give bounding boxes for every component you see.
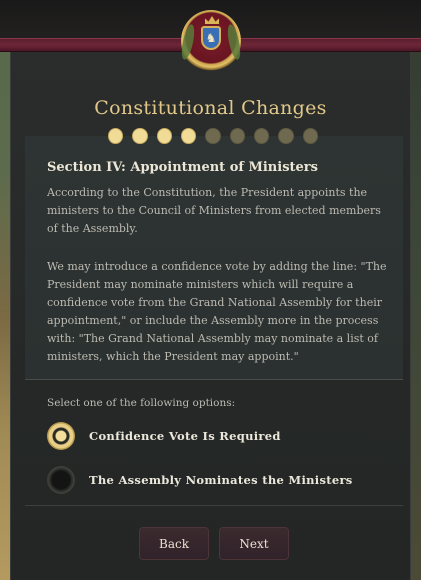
back-button[interactable]: Back [139, 527, 209, 560]
progress-dot [278, 128, 294, 144]
progress-dots [108, 128, 318, 144]
progress-dot [205, 128, 221, 144]
section-title: Section IV: Appointment of Ministers [47, 160, 318, 175]
next-button[interactable]: Next [219, 527, 289, 560]
progress-dot [302, 128, 318, 144]
progress-dot [132, 128, 148, 144]
crown-icon [205, 16, 219, 24]
coat-of-arms-emblem-icon: ♞ [179, 10, 243, 72]
divider [25, 505, 403, 506]
option-label: Confidence Vote Is Required [89, 429, 281, 443]
option-assembly-nominates[interactable]: The Assembly Nominates the Ministers [47, 466, 353, 494]
option-confidence-vote[interactable]: Confidence Vote Is Required [47, 422, 281, 450]
description-paragraph-1: According to the Constitution, the Presi… [47, 186, 381, 235]
progress-dot [156, 128, 172, 144]
dialog-title: Constitutional Changes [94, 97, 327, 119]
radio-selected-icon[interactable] [47, 422, 75, 450]
progress-dot [253, 128, 270, 144]
shield-icon: ♞ [201, 26, 221, 50]
option-label: The Assembly Nominates the Ministers [89, 473, 353, 487]
progress-dot [108, 128, 124, 144]
background-map-right [411, 0, 421, 580]
options-prompt: Select one of the following options: [47, 397, 236, 409]
progress-dot [180, 128, 197, 144]
progress-dot [229, 128, 245, 144]
description-paragraph-2: We may introduce a confidence vote by ad… [47, 260, 387, 363]
radio-unselected-icon[interactable] [47, 466, 75, 494]
